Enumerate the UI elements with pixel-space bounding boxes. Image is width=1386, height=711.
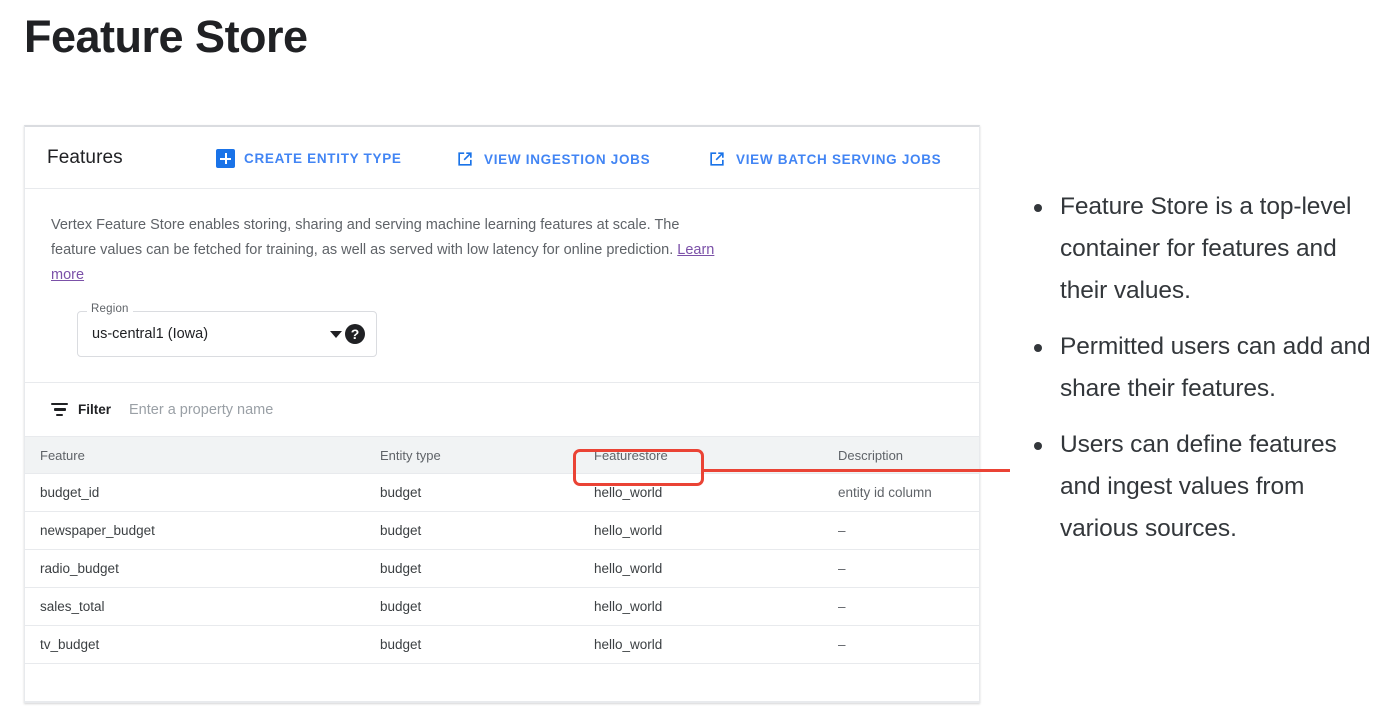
table-body: budget_id budget hello_world entity id c…: [25, 474, 979, 702]
list-item: Users can define features and ingest val…: [1022, 424, 1374, 550]
chevron-down-icon[interactable]: [330, 331, 342, 338]
cell-featurestore: hello_world: [594, 474, 838, 512]
footer-cell: [380, 664, 594, 702]
column-header-description[interactable]: Description: [838, 437, 979, 474]
card-title: Features: [47, 147, 123, 169]
region-field-label: Region: [87, 303, 133, 315]
filter-icon[interactable]: [51, 403, 68, 416]
table-row[interactable]: sales_total budget hello_world –: [25, 588, 979, 626]
open-in-new-icon: [707, 149, 727, 169]
cell-featurestore: hello_world: [594, 550, 838, 588]
table-head: Feature Entity type Featurestore Descrip…: [25, 437, 979, 474]
features-card: Features Vertex Feature Store enables st…: [24, 125, 980, 703]
cell-featurestore: hello_world: [594, 512, 838, 550]
table-row[interactable]: newspaper_budget budget hello_world –: [25, 512, 979, 550]
open-in-new-icon: [455, 149, 475, 169]
help-icon[interactable]: ?: [345, 324, 365, 344]
cell-feature: budget_id: [25, 474, 380, 512]
bullet-list: Feature Store is a top-level container f…: [1022, 186, 1374, 564]
cell-entity-type: budget: [380, 588, 594, 626]
cell-entity-type: budget: [380, 512, 594, 550]
table-header-row: Feature Entity type Featurestore Descrip…: [25, 437, 979, 474]
view-batch-serving-jobs-button[interactable]: VIEW BATCH SERVING JOBS: [703, 143, 945, 175]
card-body: Vertex Feature Store enables storing, sh…: [25, 189, 979, 357]
table-footer-row: [25, 664, 979, 702]
cell-description: –: [838, 588, 979, 626]
footer-cell: [25, 664, 380, 702]
filter-label: Filter: [78, 402, 111, 417]
cell-featurestore: hello_world: [594, 588, 838, 626]
table-row[interactable]: budget_id budget hello_world entity id c…: [25, 474, 979, 512]
footer-cell: [838, 664, 979, 702]
column-header-featurestore[interactable]: Featurestore: [594, 437, 838, 474]
description-paragraph: Vertex Feature Store enables storing, sh…: [51, 217, 679, 258]
table-row[interactable]: radio_budget budget hello_world –: [25, 550, 979, 588]
view-ingestion-jobs-label: VIEW INGESTION JOBS: [484, 152, 650, 167]
page-title: Feature Store: [24, 8, 308, 66]
create-entity-type-label: CREATE ENTITY TYPE: [244, 151, 402, 166]
description-text: Vertex Feature Store enables storing, sh…: [51, 213, 723, 288]
cell-description: entity id column: [838, 474, 979, 512]
cell-description: –: [838, 512, 979, 550]
list-item: Permitted users can add and share their …: [1022, 326, 1374, 410]
cell-entity-type: budget: [380, 474, 594, 512]
cell-entity-type: budget: [380, 626, 594, 664]
column-header-feature[interactable]: Feature: [25, 437, 380, 474]
cell-description: –: [838, 626, 979, 664]
footer-cell: [594, 664, 838, 702]
region-selected-value: us-central1 (Iowa): [92, 326, 330, 342]
list-item: Feature Store is a top-level container f…: [1022, 186, 1374, 312]
cell-description: –: [838, 550, 979, 588]
filter-input[interactable]: [127, 401, 531, 419]
column-header-entity-type[interactable]: Entity type: [380, 437, 594, 474]
cell-feature: radio_budget: [25, 550, 380, 588]
features-table: Feature Entity type Featurestore Descrip…: [25, 436, 979, 702]
region-select-wrapper: us-central1 (Iowa) Region ?: [77, 311, 377, 357]
cell-featurestore: hello_world: [594, 626, 838, 664]
view-ingestion-jobs-button[interactable]: VIEW INGESTION JOBS: [451, 143, 654, 175]
view-batch-serving-jobs-label: VIEW BATCH SERVING JOBS: [736, 152, 941, 167]
plus-square-icon: [216, 149, 235, 168]
cell-entity-type: budget: [380, 550, 594, 588]
region-select[interactable]: us-central1 (Iowa): [77, 311, 377, 357]
create-entity-type-button[interactable]: CREATE ENTITY TYPE: [212, 143, 406, 174]
cell-feature: sales_total: [25, 588, 380, 626]
filter-bar: Filter: [25, 382, 979, 436]
table-row[interactable]: tv_budget budget hello_world –: [25, 626, 979, 664]
cell-feature: tv_budget: [25, 626, 380, 664]
cell-feature: newspaper_budget: [25, 512, 380, 550]
